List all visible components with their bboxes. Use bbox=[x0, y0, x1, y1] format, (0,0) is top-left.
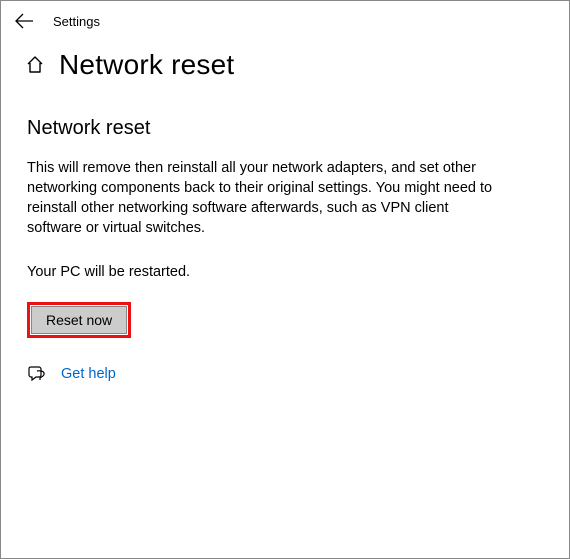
section-heading: Network reset bbox=[27, 117, 497, 140]
app-title: Settings bbox=[53, 14, 100, 29]
get-help-link[interactable]: Get help bbox=[61, 366, 116, 382]
page-title-row: Network reset bbox=[1, 37, 569, 89]
back-arrow-icon[interactable] bbox=[15, 13, 35, 29]
reset-now-button[interactable]: Reset now bbox=[31, 306, 127, 334]
description-text: This will remove then reinstall all your… bbox=[27, 158, 497, 238]
window-header: Settings bbox=[1, 1, 569, 37]
restart-notice: Your PC will be restarted. bbox=[27, 264, 497, 280]
page-title: Network reset bbox=[59, 49, 234, 81]
reset-button-highlight: Reset now bbox=[27, 302, 131, 338]
home-icon[interactable] bbox=[25, 55, 45, 75]
chat-help-icon bbox=[27, 364, 47, 384]
help-row: Get help bbox=[27, 364, 497, 384]
content-area: Network reset This will remove then rein… bbox=[1, 89, 521, 384]
